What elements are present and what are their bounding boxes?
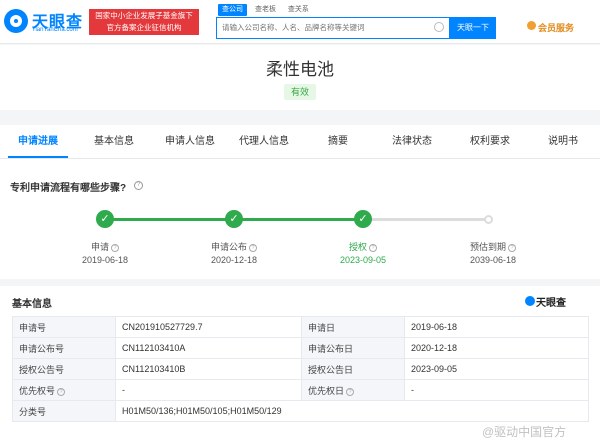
search-input[interactable] <box>217 18 427 37</box>
key-application-date: 申请日 <box>301 316 405 338</box>
tab-claims[interactable]: 权利要求 <box>460 125 520 158</box>
table-row: 申请公布号 CN112103410A 申请公布日 2020-12-18 <box>12 337 589 359</box>
eye-logo-icon <box>4 9 28 33</box>
key-classification: 分类号 <box>12 400 116 422</box>
application-progress: 专利申请流程有哪些步骤? ? ✓ ✓ ✓ 申请? 2019-06-18 申请公布… <box>0 159 600 279</box>
table-row: 优先权号? - 优先权日? - <box>12 379 589 401</box>
tab-legal-status[interactable]: 法律状态 <box>382 125 442 158</box>
value-grant-date: 2023-09-05 <box>404 358 589 380</box>
tab-abstract[interactable]: 摘要 <box>314 125 362 158</box>
clear-search-icon[interactable] <box>434 22 444 32</box>
member-service-link[interactable]: 会员服务 <box>538 21 574 34</box>
basic-info-title: 基本信息 <box>12 299 52 310</box>
tab-progress[interactable]: 申请进展 <box>8 125 68 158</box>
tianyancha-logo[interactable]: 天眼查 TianYanCha.com <box>4 8 86 36</box>
progress-track-pending <box>363 218 489 221</box>
value-application-date: 2019-06-18 <box>404 316 589 338</box>
member-crown-icon <box>527 21 536 30</box>
key-grant-number: 授权公告号 <box>12 358 116 380</box>
step-node-expire <box>484 215 493 224</box>
help-icon[interactable]: ? <box>508 244 516 252</box>
help-icon[interactable]: ? <box>346 387 355 396</box>
value-grant-number: CN112103410B <box>115 358 302 380</box>
badge-line-1: 国家中小企业发展子基金旗下 <box>95 11 193 20</box>
key-priority-number: 优先权号? <box>12 379 116 401</box>
step-label-apply: 申请? <box>60 240 150 253</box>
detail-tabs: 申请进展 基本信息 申请人信息 代理人信息 摘要 法律状态 权利要求 说明书 <box>0 125 600 159</box>
tianyancha-mini-logo-text: 天眼查 <box>536 298 566 309</box>
weibo-watermark: @驱动中国官方 <box>482 425 567 439</box>
step-label-expire: 预估到期? <box>448 240 538 253</box>
step-node-apply: ✓ <box>96 210 114 228</box>
step-node-grant: ✓ <box>354 210 372 228</box>
step-date-apply: 2019-06-18 <box>81 255 129 265</box>
key-application-number: 申请号 <box>12 316 116 338</box>
search-box <box>216 17 450 39</box>
help-icon[interactable]: ? <box>57 387 66 396</box>
status-badge: 有效 <box>284 84 316 100</box>
tab-agent[interactable]: 代理人信息 <box>232 125 296 158</box>
table-row: 授权公告号 CN112103410B 授权公告日 2023-09-05 <box>12 358 589 380</box>
value-priority-number: - <box>115 379 302 401</box>
search-button[interactable]: 天眼一下 <box>450 17 496 39</box>
value-publication-number: CN112103410A <box>115 337 302 359</box>
value-application-number: CN201910527729.7 <box>115 316 302 338</box>
key-publication-date: 申请公布日 <box>301 337 405 359</box>
step-date-publish: 2020-12-18 <box>210 255 258 265</box>
value-publication-date: 2020-12-18 <box>404 337 589 359</box>
top-header: 天眼查 TianYanCha.com 国家中小企业发展子基金旗下 官方备案企业征… <box>0 0 600 44</box>
tab-basic-info[interactable]: 基本信息 <box>84 125 144 158</box>
logo-subtext: TianYanCha.com <box>32 27 78 33</box>
badge-line-2: 官方备案企业征信机构 <box>106 23 182 32</box>
tianyancha-mini-logo-icon <box>525 296 535 306</box>
help-icon[interactable]: ? <box>369 244 377 252</box>
search-tab-company[interactable]: 查公司 <box>218 4 247 16</box>
key-grant-date: 授权公告日 <box>301 358 405 380</box>
table-row: 分类号 H01M50/136;H01M50/105;H01M50/129 <box>12 400 589 422</box>
step-date-expire: 2039-06-18 <box>469 255 517 265</box>
help-icon[interactable]: ? <box>134 181 143 190</box>
basic-info-table: 申请号 CN201910527729.7 申请日 2019-06-18 申请公布… <box>12 316 589 422</box>
table-row: 申请号 CN201910527729.7 申请日 2019-06-18 <box>12 316 589 338</box>
basic-info-section: 基本信息 天眼查 申请号 CN201910527729.7 申请日 2019-0… <box>0 286 600 445</box>
step-label-publish: 申请公布? <box>189 240 279 253</box>
key-publication-number: 申请公布号 <box>12 337 116 359</box>
key-priority-date: 优先权日? <box>301 379 405 401</box>
tab-description[interactable]: 说明书 <box>538 125 588 158</box>
search-type-tabs: 查公司 查老板 查关系 <box>218 4 315 16</box>
value-classification: H01M50/136;H01M50/105;H01M50/129 <box>115 400 589 422</box>
step-date-grant: 2023-09-05 <box>339 255 387 265</box>
flow-question: 专利申请流程有哪些步骤? <box>10 183 127 194</box>
help-icon[interactable]: ? <box>249 244 257 252</box>
patent-title-card: 柔性电池 有效 <box>0 45 600 110</box>
search-tab-relation[interactable]: 查关系 <box>284 4 313 16</box>
patent-title: 柔性电池 <box>266 60 334 79</box>
step-label-grant: 授权? <box>318 240 408 253</box>
value-priority-date: - <box>404 379 589 401</box>
search-tab-boss[interactable]: 查老板 <box>251 4 280 16</box>
help-icon[interactable]: ? <box>111 244 119 252</box>
step-node-publish: ✓ <box>225 210 243 228</box>
tab-applicant[interactable]: 申请人信息 <box>158 125 222 158</box>
official-badge: 国家中小企业发展子基金旗下 官方备案企业征信机构 <box>89 9 199 35</box>
